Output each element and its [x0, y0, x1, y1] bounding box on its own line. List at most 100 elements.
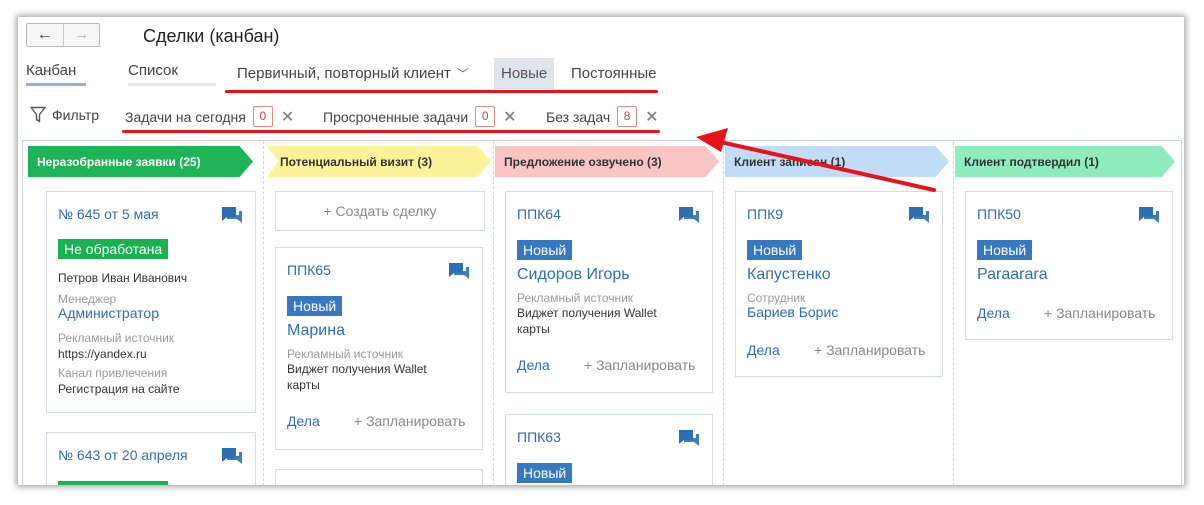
chevron-down-icon: ﹀ [456, 67, 469, 81]
schedule-button[interactable]: + Запланировать [354, 413, 465, 429]
column-header: Клиент записан (1) [725, 146, 949, 177]
column-title: Клиент подтвердил (1) [964, 154, 1099, 169]
deal-title[interactable]: Марина [287, 322, 345, 340]
chip-no-tasks[interactable]: Без задач 8 ✕ [546, 106, 659, 127]
deal-title[interactable]: Сидоров Игорь [517, 266, 630, 284]
chip-label: Задачи на сегодня [125, 108, 246, 125]
deal-number[interactable]: ППК9 [747, 206, 783, 222]
annotation-underline-filters [122, 130, 660, 133]
channel-value: Регистрация на сайте [58, 382, 180, 396]
status-badge: Новый [747, 240, 803, 260]
column-client-booked: Клиент записан (1) ППК9 Новый Капустенко… [723, 141, 953, 485]
schedule-button[interactable]: + Запланировать [584, 357, 695, 373]
deal-number[interactable]: № 645 от 5 мая [58, 206, 159, 222]
page-title: Сделки (канбан) [143, 26, 280, 46]
chip-overdue-tasks[interactable]: Просроченные задачи 0 ✕ [323, 106, 517, 127]
status-badge: Не обработана [58, 239, 169, 259]
deal-title[interactable]: Раraarara [977, 266, 1048, 284]
history-nav: ← → [26, 23, 100, 47]
close-icon[interactable]: ✕ [503, 107, 516, 127]
column-title: Предложение озвучено (3) [504, 154, 662, 169]
chat-icon[interactable] [448, 262, 470, 282]
create-deal-button[interactable]: + Создать сделку [275, 191, 485, 231]
arrow-left-icon: ← [36, 26, 53, 43]
column-header: Предложение озвучено (3) [495, 146, 719, 177]
channel-label: Канал привлечения [58, 366, 168, 380]
deal-card[interactable]: ППК9 Новый Капустенко Сотрудник Бариев Б… [735, 191, 943, 377]
column-header: Потенциальный визит (3) [267, 146, 491, 177]
schedule-button[interactable]: + Запланировать [814, 342, 925, 358]
column-offer-voiced: Предложение озвучено (3) ППК64 Новый Сид… [493, 141, 723, 485]
deal-card[interactable]: ППК50 Новый Раraarara Дела + Запланирова… [965, 191, 1173, 340]
filter-bar: Фильтр Задачи на сегодня 0 ✕ Просроченны… [18, 104, 1184, 128]
source-value: Виджет получения Wallet [517, 306, 657, 320]
column-client-confirmed: Клиент подтвердил (1) ППК50 Новый Раraar… [953, 141, 1181, 485]
column-title: Неразобранные заявки (25) [37, 154, 201, 169]
deal-card[interactable]: № 643 от 20 апреля [46, 432, 256, 485]
status-badge: Новый [517, 240, 573, 260]
chip-count: 0 [475, 106, 496, 127]
annotation-underline-segments [225, 90, 658, 93]
employee-label: Сотрудник [747, 291, 806, 305]
tab-kanban[interactable]: Канбан [26, 62, 86, 86]
tasks-link[interactable]: Дела [287, 413, 320, 429]
tasks-link[interactable]: Дела [517, 357, 550, 373]
chat-icon[interactable] [221, 447, 243, 467]
kanban-board: Неразобранные заявки (25) № 645 от 5 мая… [22, 140, 1182, 485]
app-window: ← → Сделки (канбан) Канбан Список Первич… [18, 17, 1184, 485]
back-button[interactable]: ← [27, 24, 63, 46]
column-potential-visit: Потенциальный визит (3) + Создать сделку… [263, 141, 493, 485]
status-badge: Новый [517, 463, 573, 483]
close-icon[interactable]: ✕ [645, 107, 658, 127]
tasks-link[interactable]: Дела [977, 305, 1010, 321]
segment-constant[interactable]: Постоянные [563, 58, 664, 89]
tab-list[interactable]: Список [128, 62, 216, 86]
source-value-cont: карты [517, 322, 550, 336]
deal-card[interactable]: ППК65 Новый Марина Рекламный источник Ви… [275, 247, 483, 450]
column-unprocessed: Неразобранные заявки (25) № 645 от 5 мая… [23, 141, 263, 485]
client-type-dropdown[interactable]: Первичный, повторный клиент ﹀ [229, 58, 477, 89]
deal-number[interactable]: ППК63 [517, 429, 561, 445]
client-type-label: Первичный, повторный клиент [237, 65, 451, 82]
chip-label: Просроченные задачи [323, 108, 469, 125]
chat-icon[interactable] [908, 206, 930, 226]
chip-count: 8 [617, 106, 638, 127]
status-badge: Новый [977, 240, 1033, 260]
chip-count: 0 [252, 106, 273, 127]
deal-card[interactable]: ППК63 Новый [505, 414, 713, 485]
manager-link[interactable]: Администратор [58, 306, 159, 321]
chat-icon[interactable] [1138, 206, 1160, 226]
deal-number[interactable]: ППК65 [287, 262, 331, 278]
deal-number[interactable]: № 643 от 20 апреля [58, 447, 188, 463]
column-title: Клиент записан (1) [734, 154, 846, 169]
source-value: https://yandex.ru [58, 347, 147, 361]
source-label: Рекламный источник [287, 347, 404, 361]
funnel-icon [30, 106, 46, 123]
deal-card[interactable]: ППК64 Новый Сидоров Игорь Рекламный исто… [505, 191, 713, 393]
manager-label: Менеджер [58, 292, 117, 306]
filter-button[interactable]: Фильтр [30, 106, 99, 123]
forward-button[interactable]: → [62, 24, 100, 46]
arrow-right-icon: → [73, 26, 90, 43]
status-badge: Новый [287, 296, 343, 316]
chat-icon[interactable] [221, 206, 243, 226]
close-icon[interactable]: ✕ [281, 107, 294, 127]
contact-name: Петров Иван Иванович [58, 271, 188, 285]
employee-link[interactable]: Бариев Борис [747, 305, 838, 320]
segment-new[interactable]: Новые [494, 58, 555, 89]
deal-number[interactable]: ППК50 [977, 206, 1021, 222]
chat-icon[interactable] [678, 206, 700, 226]
source-value-cont: карты [287, 378, 320, 392]
column-header: Клиент подтвердил (1) [955, 146, 1175, 177]
tasks-link[interactable]: Дела [747, 342, 780, 358]
chip-today-tasks[interactable]: Задачи на сегодня 0 ✕ [125, 106, 294, 127]
chat-icon[interactable] [678, 429, 700, 449]
schedule-button[interactable]: + Запланировать [1044, 305, 1155, 321]
source-label: Рекламный источник [58, 331, 175, 345]
deal-card[interactable]: № 645 от 5 мая Не обработана Петров Иван… [46, 191, 256, 413]
deal-title[interactable]: Капустенко [747, 266, 831, 284]
deal-card[interactable] [275, 469, 483, 485]
column-title: Потенциальный визит (3) [280, 154, 433, 169]
deal-number[interactable]: ППК64 [517, 206, 561, 222]
filter-label: Фильтр [52, 106, 100, 123]
